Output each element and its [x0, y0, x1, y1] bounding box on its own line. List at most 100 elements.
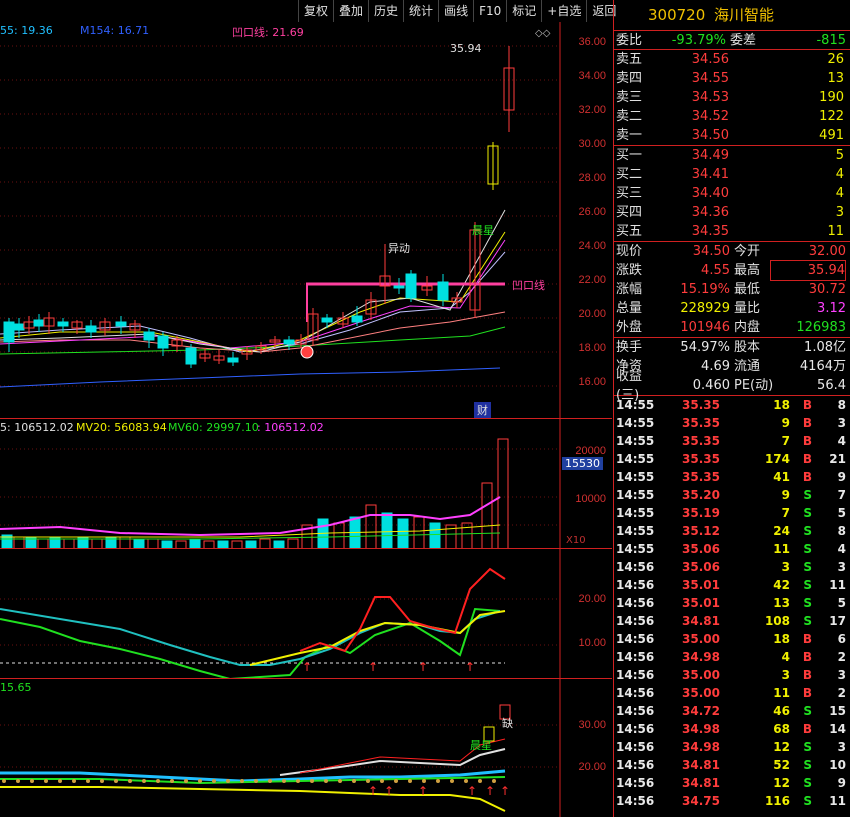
aokou-value-label: 凹口线: 21.69 [232, 26, 304, 39]
tick-price: 34.98 [682, 740, 720, 754]
volume-bar [413, 516, 425, 549]
tick-time: 14:56 [616, 704, 655, 718]
volume-bar [365, 504, 377, 549]
indicator-pane[interactable]: ↑ ↑ ↑ ↑ 20.00 10.00 [0, 548, 612, 679]
tick-count: 5 [837, 506, 846, 520]
volume-bar [333, 522, 345, 549]
weicha-label: 委差 [730, 32, 757, 48]
tick-direction: S [803, 578, 812, 592]
bottom-chenxing-annotation: 晨星 [470, 739, 492, 752]
book-price: 34.40 [691, 186, 729, 201]
weibi-value: -93.79% [671, 32, 726, 48]
book-volume: 4 [835, 186, 844, 201]
bottom-dot [72, 779, 76, 783]
up-arrow-marker: ↑ [418, 660, 428, 674]
que-annotation: 缺 [502, 717, 513, 730]
tick-direction: S [803, 614, 812, 628]
tick-count: 6 [837, 632, 846, 646]
tick-time: 14:55 [616, 398, 655, 412]
stat-label: 现价 [616, 244, 643, 259]
tick-direction: B [802, 632, 812, 646]
tick-volume: 9 [781, 488, 790, 502]
toolbar-button-5[interactable]: F10 [473, 0, 507, 22]
book-price: 34.53 [691, 90, 729, 105]
candle-body [227, 357, 239, 363]
chenxing-annotation: 晨星 [472, 224, 494, 237]
up-arrow-marker: ↑ [500, 784, 510, 798]
finance-marker[interactable]: 财 [474, 402, 491, 418]
bottom-indicator-pane[interactable]: ↑ ↑ ↑ ↑ ↑ ↑ 15.65 缺 晨星 30.00 20.00 [0, 678, 612, 817]
volume-bar [429, 522, 441, 549]
candle-body [321, 317, 333, 323]
toolbar-button-7[interactable]: +自选 [541, 0, 587, 22]
fundamental-value: 54.97% [680, 340, 730, 355]
volume-pane[interactable]: 5: 106512.02 MV20: 56083.94 MV60: 29997.… [0, 418, 612, 549]
candle-body [185, 347, 197, 365]
axis-tick-label: 26.00 [578, 206, 606, 218]
quote-stats: 现价 34.50 今开 32.00 涨跌 4.55 最高 35.94 涨幅 15.19% 最低 30.… [614, 241, 850, 337]
tick-direction: S [803, 776, 812, 790]
tick-volume: 12 [773, 740, 790, 754]
up-arrow-marker: ↑ [418, 784, 428, 798]
current-volume-box: 15530 [562, 457, 603, 470]
tick-time: 14:56 [616, 560, 655, 574]
book-volume: 190 [819, 90, 844, 105]
fundamental-value: 1.08亿 [804, 340, 846, 355]
book-volume: 4 [835, 167, 844, 182]
volume-multiplier: X10 [566, 535, 586, 546]
tick-row: 14:55 35.35 174 B 21 [614, 450, 850, 468]
tick-row: 14:55 35.35 7 B 4 [614, 432, 850, 450]
toolbar-button-1[interactable]: 叠加 [333, 0, 369, 22]
volume-bar [381, 512, 393, 549]
candle-body [283, 339, 295, 345]
tick-volume: 3 [781, 668, 790, 682]
tick-count: 11 [829, 794, 846, 808]
up-arrow-marker: ↑ [368, 660, 378, 674]
tick-price: 35.01 [682, 578, 720, 592]
ma154-label: M154: 16.71 [80, 24, 150, 37]
up-arrow-marker: ↑ [465, 660, 475, 674]
tick-direction: B [802, 668, 812, 682]
axis-tick-label: 24.00 [578, 240, 606, 252]
tick-row: 14:56 35.00 11 B 2 [614, 684, 850, 702]
tick-time: 14:56 [616, 578, 655, 592]
tick-price: 35.12 [682, 524, 720, 538]
stat-label: 涨幅 [616, 282, 643, 297]
fundamental-row: 换手 54.97% 股本 1.08亿 [614, 338, 850, 357]
tick-direction: S [803, 740, 812, 754]
toolbar-button-3[interactable]: 统计 [403, 0, 439, 22]
toolbar-button-2[interactable]: 历史 [368, 0, 404, 22]
vol-ma5-line [0, 496, 501, 537]
tick-time: 14:55 [616, 524, 655, 538]
toolbar-button-6[interactable]: 标记 [506, 0, 542, 22]
toolbar-button-0[interactable]: 复权 [298, 0, 334, 22]
ma-line [0, 367, 501, 388]
tick-row: 14:56 34.81 12 S 9 [614, 774, 850, 792]
axis-tick-label: 16.00 [578, 376, 606, 388]
tick-direction: S [803, 560, 812, 574]
tick-direction: S [803, 794, 812, 808]
stat-label: 内盘 [734, 320, 761, 335]
bid-row: 买四 34.36 3 [614, 203, 850, 222]
indicator-canvas: ↑ ↑ ↑ ↑ [0, 549, 561, 679]
tick-list[interactable]: 14:55 35.35 18 B 8 14:55 35.35 9 B 3 14:55 35.35 7 B 4… [614, 395, 850, 810]
tick-time: 14:56 [616, 650, 655, 664]
tick-row: 14:56 34.72 46 S 15 [614, 702, 850, 720]
tick-price: 34.98 [682, 650, 720, 664]
kline-canvas: ◇◇ [0, 22, 561, 418]
tick-time: 14:56 [616, 740, 655, 754]
mv60-label: MV60: 29997.10 [168, 421, 259, 434]
tick-volume: 12 [773, 776, 790, 790]
tick-volume: 41 [773, 470, 790, 484]
book-volume: 13 [827, 71, 844, 86]
tick-volume: 11 [773, 686, 790, 700]
bottom-dot [464, 779, 468, 783]
signal-ball [300, 345, 314, 359]
bottom-dot [212, 779, 216, 783]
tick-price: 35.00 [682, 686, 720, 700]
ma55-label: 55: 19.36 [0, 24, 53, 37]
toolbar-button-4[interactable]: 画线 [438, 0, 474, 22]
tick-direction: B [802, 398, 812, 412]
main-kline-pane[interactable]: ◇◇ 55: 19.36 M154: 16.71 凹口线: 21.69 35.9… [0, 22, 612, 418]
tick-direction: B [802, 416, 812, 430]
